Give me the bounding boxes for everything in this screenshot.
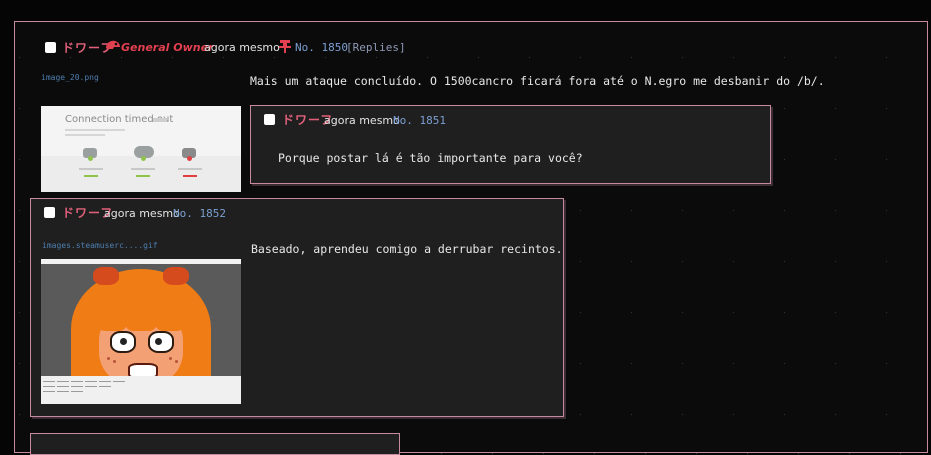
reply-date: agora mesmo (104, 207, 180, 220)
thread-op: ドワーフ General Owner agora mesmo No. 1850 … (14, 21, 928, 455)
op-file-link[interactable]: image_20.png (41, 73, 99, 82)
ok-dot (141, 156, 146, 161)
ok-dot (88, 156, 93, 161)
status-error (183, 175, 197, 177)
hair-bangs (125, 299, 157, 331)
character-pupil (120, 338, 127, 345)
reply-select-checkbox[interactable] (264, 114, 275, 125)
label-line (79, 168, 103, 170)
table-cell (57, 386, 69, 387)
crown-cap-icon (106, 40, 120, 49)
table-cell (113, 381, 125, 382)
label-line (178, 168, 202, 170)
reply-post-number-link[interactable]: No. 1852 (173, 207, 226, 220)
status-working (136, 175, 150, 177)
op-thumbnail[interactable]: Connection timed out (41, 106, 241, 192)
reply-file-link[interactable]: images.steamuserc....gif (42, 241, 158, 250)
status-working (84, 175, 98, 177)
table-cell (43, 386, 55, 387)
thumbnail-tag (153, 118, 167, 122)
thumbnail-top-strip (41, 259, 241, 264)
op-replies-link[interactable]: [Replies] (346, 41, 406, 54)
hair-bow (93, 267, 119, 285)
reply-date: agora mesmo (324, 114, 400, 127)
table-cell (71, 386, 83, 387)
table-cell (43, 381, 55, 382)
character-pupil (155, 338, 162, 345)
reply-message: Baseado, aprendeu comigo a derrubar reci… (251, 242, 563, 256)
table-cell (99, 386, 111, 387)
thumbnail-line (65, 129, 125, 131)
hair-bangs (97, 299, 127, 331)
pin-icon (279, 40, 291, 53)
table-cell (57, 391, 69, 392)
op-date: agora mesmo (204, 41, 280, 54)
table-cell (57, 381, 69, 382)
table-cell (99, 381, 111, 382)
reply-post-1851: ドワーフ agora mesmo No. 1851 Porque postar … (250, 105, 771, 184)
thumbnail-diagnostic-bar (41, 146, 241, 192)
freckle (113, 360, 116, 363)
table-cell (43, 391, 55, 392)
error-dot (187, 156, 192, 161)
op-select-checkbox[interactable] (45, 42, 56, 53)
freckle (169, 357, 172, 360)
table-cell (85, 386, 97, 387)
reply-message: Porque postar lá é tão importante para v… (278, 151, 583, 165)
thumbnail-table-strip (41, 376, 241, 404)
label-line (131, 168, 155, 170)
freckle (175, 360, 178, 363)
op-post-number-link[interactable]: No. 1850 (295, 41, 348, 54)
hair-bangs (155, 299, 185, 331)
hair-bow (163, 267, 189, 285)
freckle (107, 357, 110, 360)
op-capcode: General Owner (121, 41, 214, 54)
reply-select-checkbox[interactable] (44, 207, 55, 218)
table-cell (71, 391, 83, 392)
thumbnail-line (65, 134, 105, 136)
reply-thumbnail[interactable] (41, 259, 241, 404)
op-message: Mais um ataque concluído. O 1500cancro f… (250, 74, 825, 88)
table-cell (85, 381, 97, 382)
reply-post-number-link[interactable]: No. 1851 (393, 114, 446, 127)
next-post-edge (30, 433, 400, 455)
table-cell (71, 381, 83, 382)
